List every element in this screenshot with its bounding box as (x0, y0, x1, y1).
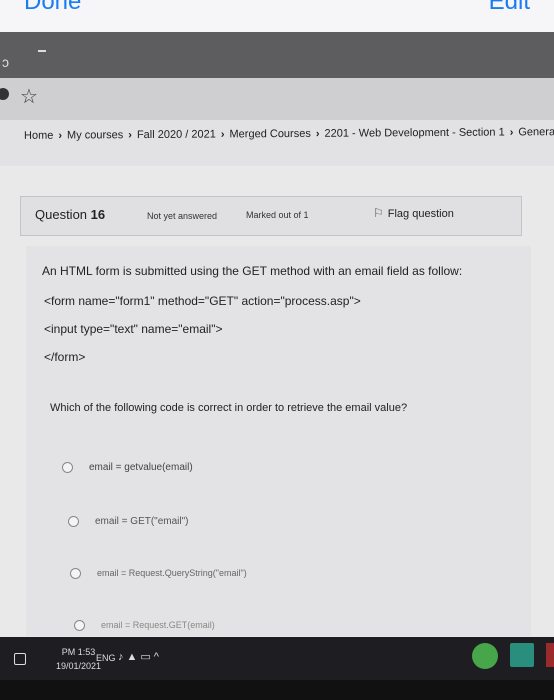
app-icon[interactable] (510, 643, 534, 667)
chevron-right-icon: › (315, 127, 320, 140)
breadcrumb-merged-courses[interactable]: Merged Courses (229, 128, 310, 141)
answer-option-label: email = GET("email") (95, 516, 189, 528)
code-line-1: <form name="form1" method="GET" action="… (44, 294, 361, 308)
flag-question-label: Flag question (387, 208, 454, 220)
clock[interactable]: PM 1:53 19/01/2021 (56, 645, 101, 673)
breadcrumb-my-courses[interactable]: My courses (67, 129, 123, 141)
answer-option-1[interactable]: email = getvalue(email) (62, 462, 193, 473)
answer-option-label: email = Request.QueryString("email") (97, 568, 247, 578)
breadcrumb-general[interactable]: Genera (518, 126, 554, 138)
speaker-icon[interactable]: ♪ (118, 651, 127, 663)
network-icon[interactable]: ▲ (127, 651, 141, 663)
radio-icon[interactable] (68, 516, 79, 527)
question-info-box: Question 16 Not yet answered Marked out … (20, 196, 522, 236)
breadcrumb: Home › My courses › Fall 2020 / 2021 › Merged … (0, 120, 554, 166)
chevron-right-icon: › (58, 129, 63, 142)
windows-icon[interactable] (14, 653, 26, 665)
question-mark: Marked out of 1 (246, 210, 309, 220)
browser-toolbar: ☆ (0, 78, 554, 120)
question-state: Not yet answered (147, 211, 218, 221)
answer-option-3[interactable]: email = Request.QueryString("email") (70, 568, 247, 580)
code-line-3: </form> (44, 350, 86, 364)
photo-bottom-edge (0, 680, 554, 700)
chevron-right-icon: › (220, 128, 225, 141)
question-text: An HTML form is submitted using the GET … (42, 264, 463, 278)
clock-time: PM 1:53 (61, 647, 96, 657)
chevron-up-icon[interactable]: ^ (154, 651, 162, 663)
breadcrumb-home[interactable]: Home (24, 130, 53, 142)
browser-dot-icon (0, 88, 9, 100)
chevron-right-icon: › (128, 129, 132, 142)
window-titlebar: ɔ (0, 32, 554, 78)
system-tray[interactable]: ♪▲▭^ (118, 650, 162, 663)
phone-top-bar: Done Edit (0, 0, 554, 33)
edit-button[interactable]: Edit (489, 0, 530, 16)
radio-icon[interactable] (62, 462, 73, 473)
windows-taskbar: PM 1:53 19/01/2021 ENG ♪▲▭^ (0, 637, 554, 680)
question-number: 16 (90, 207, 106, 222)
language-indicator[interactable]: ENG (96, 653, 116, 663)
answer-option-label: email = getvalue(email) (89, 462, 193, 474)
flag-question-link[interactable]: ⚐ Flag question (373, 206, 454, 220)
answer-option-label: email = Request.GET(email) (101, 620, 215, 630)
done-button[interactable]: Done (24, 0, 81, 16)
chrome-icon[interactable] (472, 643, 498, 669)
app-icon[interactable] (546, 643, 554, 667)
chevron-right-icon: › (509, 126, 514, 139)
question-label: Question (35, 207, 88, 222)
radio-icon[interactable] (70, 568, 81, 580)
flag-icon: ⚐ (373, 206, 384, 220)
answer-option-2[interactable]: email = GET("email") (68, 516, 189, 527)
answer-option-4[interactable]: email = Request.GET(email) (74, 620, 215, 632)
code-line-2: <input type="text" name="email"> (44, 322, 223, 336)
minimize-icon[interactable] (38, 50, 46, 52)
radio-icon[interactable] (74, 620, 85, 632)
window-menu-icon[interactable]: ɔ (2, 54, 9, 70)
question-prompt: Which of the following code is correct i… (50, 402, 408, 414)
battery-icon[interactable]: ▭ (140, 651, 153, 663)
breadcrumb-term[interactable]: Fall 2020 / 2021 (137, 129, 216, 142)
breadcrumb-course[interactable]: 2201 - Web Development - Section 1 (324, 126, 504, 139)
question-heading: Question 16 (35, 207, 105, 222)
star-icon[interactable]: ☆ (20, 84, 38, 109)
screen-photo: ɔ ☆ Home › My courses › Fall 2020 / 2021 › Mer… (0, 32, 554, 637)
question-body: An HTML form is submitted using the GET … (26, 246, 531, 636)
clock-date: 19/01/2021 (56, 661, 102, 671)
